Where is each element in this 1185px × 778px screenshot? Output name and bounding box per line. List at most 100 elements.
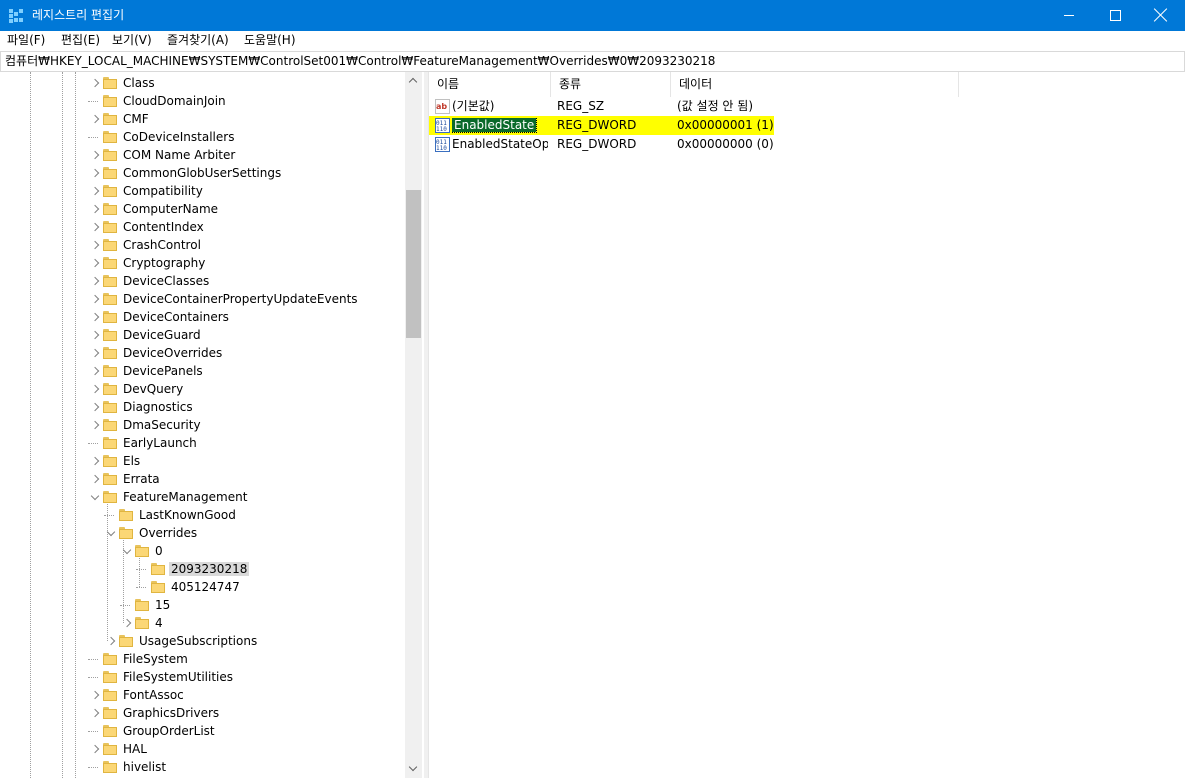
tree-item-label: DeviceOverrides [123,346,223,360]
tree-item[interactable]: Diagnostics [0,398,405,416]
tree-item[interactable]: DevQuery [0,380,405,398]
tree-item[interactable]: Cryptography [0,254,405,272]
tree-item[interactable]: DeviceClasses [0,272,405,290]
chevron-down-icon[interactable] [90,490,100,504]
tree-item[interactable]: CommonGlobUserSettings [0,164,405,182]
tree-item[interactable]: FontAssoc [0,686,405,704]
chevron-down-icon[interactable] [106,526,116,540]
tree-item[interactable]: CMF [0,110,405,128]
scroll-thumb[interactable] [406,190,421,338]
column-header-type[interactable]: 종류 [551,72,671,97]
tree-item[interactable]: COM Name Arbiter [0,146,405,164]
chevron-right-icon[interactable] [90,382,100,396]
value-row[interactable]: 011 110 EnabledState REG_DWORD 0x00000001 (1… [429,116,1185,135]
minimize-button[interactable] [1046,0,1092,31]
tree-item-label: ComputerName [123,202,219,216]
chevron-right-icon[interactable] [90,112,100,126]
chevron-right-icon[interactable] [90,418,100,432]
chevron-right-icon[interactable] [90,256,100,270]
tree-item[interactable]: LastKnownGood [0,506,405,524]
tree-item[interactable]: CrashControl [0,236,405,254]
scroll-down-arrow-icon[interactable] [405,761,422,778]
menu-help[interactable]: 도움말(H) [244,33,296,48]
tree-item[interactable]: DeviceGuard [0,326,405,344]
chevron-right-icon[interactable] [90,310,100,324]
tree-item[interactable]: 0 [0,542,405,560]
tree-item[interactable]: ComputerName [0,200,405,218]
scroll-up-arrow-icon[interactable] [405,72,422,89]
chevron-right-icon[interactable] [90,706,100,720]
chevron-right-icon[interactable] [90,76,100,90]
folder-icon [103,185,117,198]
tree-item[interactable]: HAL [0,740,405,758]
tree-item-label: DeviceContainers [123,310,229,324]
tree-item[interactable]: 405124747 [0,578,405,596]
chevron-right-icon[interactable] [90,688,100,702]
tree-item-label: COM Name Arbiter [123,148,236,162]
chevron-right-icon[interactable] [90,148,100,162]
tree-item[interactable]: CloudDomainJoin [0,92,405,110]
chevron-right-icon[interactable] [90,220,100,234]
address-bar[interactable]: 컴퓨터₩HKEY_LOCAL_MACHINE₩SYSTEM₩ControlSet… [0,51,1185,72]
chevron-right-icon[interactable] [90,184,100,198]
chevron-down-icon[interactable] [122,544,132,558]
chevron-right-icon[interactable] [122,616,132,630]
tree-item[interactable]: DmaSecurity [0,416,405,434]
folder-icon [103,653,117,666]
value-row[interactable]: ab (기본값) REG_SZ (값 설정 안 됨) [429,97,1185,116]
menu-view[interactable]: 보기(V) [112,33,152,48]
column-header-data[interactable]: 데이터 [671,72,959,97]
tree-connector [136,569,146,570]
column-header-name[interactable]: 이름 [429,72,551,97]
close-button[interactable] [1138,0,1184,31]
tree-item[interactable]: FeatureManagement [0,488,405,506]
chevron-right-icon[interactable] [90,328,100,342]
chevron-right-icon[interactable] [90,166,100,180]
tree-item[interactable]: DevicePanels [0,362,405,380]
tree-item[interactable]: Class [0,74,405,92]
chevron-right-icon[interactable] [90,346,100,360]
chevron-right-icon[interactable] [90,472,100,486]
menu-file[interactable]: 파일(F) [7,33,45,48]
tree-item-label: GroupOrderList [123,724,215,738]
value-row[interactable]: 011110EnabledStateOp... REG_DWORD 0x000000… [429,135,1185,154]
tree-item[interactable]: Compatibility [0,182,405,200]
address-path[interactable]: 컴퓨터₩HKEY_LOCAL_MACHINE₩SYSTEM₩ControlSet… [5,54,715,69]
tree-item[interactable]: ContentIndex [0,218,405,236]
tree-item[interactable]: GraphicsDrivers [0,704,405,722]
chevron-right-icon[interactable] [90,742,100,756]
tree-item[interactable]: FileSystemUtilities [0,668,405,686]
tree-scrollbar[interactable] [405,72,422,778]
tree-item[interactable]: 2093230218 [0,560,405,578]
tree-item[interactable]: Els [0,452,405,470]
maximize-button[interactable] [1092,0,1138,31]
menu-favorites[interactable]: 즐겨찾기(A) [167,33,229,48]
menu-edit[interactable]: 편집(E) [61,33,100,48]
chevron-right-icon[interactable] [106,634,116,648]
tree-item[interactable]: GroupOrderList [0,722,405,740]
folder-icon [103,707,117,720]
chevron-right-icon[interactable] [90,274,100,288]
chevron-right-icon[interactable] [90,454,100,468]
folder-icon [103,131,117,144]
tree-item[interactable]: hivelist [0,758,405,776]
chevron-right-icon[interactable] [90,364,100,378]
chevron-right-icon[interactable] [90,400,100,414]
chevron-right-icon[interactable] [90,238,100,252]
folder-icon [103,743,117,756]
chevron-right-icon[interactable] [90,292,100,306]
tree-item[interactable]: Overrides [0,524,405,542]
tree-item[interactable]: FileSystem [0,650,405,668]
tree-item[interactable]: 15 [0,596,405,614]
tree-item[interactable]: EarlyLaunch [0,434,405,452]
tree-item[interactable]: Errata [0,470,405,488]
folder-icon [151,581,165,594]
string-value-icon: ab [435,99,450,114]
tree-item[interactable]: DeviceOverrides [0,344,405,362]
tree-item[interactable]: 4 [0,614,405,632]
tree-item[interactable]: DeviceContainerPropertyUpdateEvents [0,290,405,308]
tree-item[interactable]: UsageSubscriptions [0,632,405,650]
tree-item[interactable]: CoDeviceInstallers [0,128,405,146]
tree-item[interactable]: DeviceContainers [0,308,405,326]
chevron-right-icon[interactable] [90,202,100,216]
